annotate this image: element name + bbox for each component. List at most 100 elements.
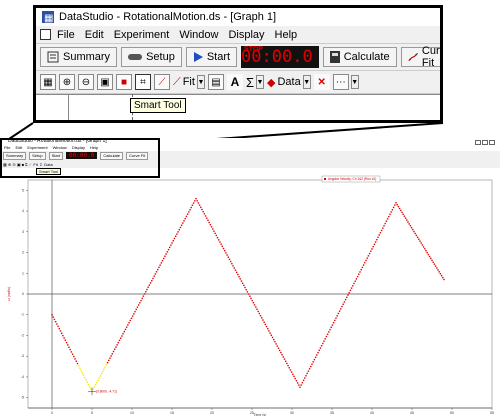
data-point xyxy=(403,215,406,217)
data-point xyxy=(347,294,349,296)
x-tick-label: 0 xyxy=(51,411,53,415)
data-point xyxy=(422,246,425,248)
data-point xyxy=(269,332,271,334)
data-point xyxy=(250,297,252,300)
data-point xyxy=(87,383,90,386)
data-point xyxy=(397,205,400,208)
data-point xyxy=(159,264,161,266)
data-point xyxy=(192,202,195,204)
data-point xyxy=(174,235,177,238)
data-point xyxy=(437,269,439,271)
data-point xyxy=(292,373,294,375)
data-point xyxy=(111,353,114,355)
data-point xyxy=(223,249,226,252)
data-point xyxy=(401,211,403,214)
data-point xyxy=(349,289,352,292)
data-point xyxy=(234,269,237,271)
data-point xyxy=(312,361,314,363)
data-point xyxy=(282,356,284,358)
data-point xyxy=(177,231,179,233)
smart-tool-readout: (0.8000, -4.71) xyxy=(96,389,117,393)
x-tick-label: 45 xyxy=(410,411,414,415)
data-point xyxy=(367,255,370,257)
data-point xyxy=(253,304,256,306)
data-point xyxy=(213,230,215,232)
data-point xyxy=(225,252,227,254)
data-point xyxy=(307,370,310,372)
data-point xyxy=(231,262,233,265)
y-tick-label: 0 xyxy=(22,292,24,296)
data-point xyxy=(304,377,306,379)
y-tick-label: 2 xyxy=(22,251,24,255)
data-point xyxy=(439,273,442,275)
data-point xyxy=(108,359,110,362)
data-point xyxy=(71,353,74,355)
data-point xyxy=(344,298,347,301)
data-point xyxy=(128,322,130,324)
data-point xyxy=(418,238,420,240)
data-point xyxy=(377,236,379,239)
data-point xyxy=(53,318,56,321)
data-point xyxy=(115,346,117,348)
data-point xyxy=(76,362,79,365)
x-tick-label: 10 xyxy=(130,411,134,415)
data-point xyxy=(62,334,64,337)
data-point xyxy=(314,356,317,358)
data-point xyxy=(354,280,356,282)
data-point xyxy=(229,260,232,263)
data-point xyxy=(215,234,218,237)
data-point xyxy=(256,308,258,310)
data-point xyxy=(112,350,115,353)
data-point xyxy=(374,241,377,243)
data-point xyxy=(117,341,119,344)
data-point xyxy=(271,336,274,339)
data-point xyxy=(123,330,125,333)
data-point xyxy=(431,259,433,262)
data-point xyxy=(400,209,402,212)
y-tick-label: -4 xyxy=(21,375,24,379)
data-point xyxy=(153,275,155,277)
data-point xyxy=(404,217,407,219)
data-point xyxy=(337,312,340,315)
data-point xyxy=(328,331,330,333)
y-tick-label: 3 xyxy=(22,230,24,234)
data-point xyxy=(295,380,298,382)
data-point xyxy=(202,210,204,213)
data-point xyxy=(247,293,250,295)
data-point xyxy=(233,267,235,269)
data-point xyxy=(133,313,135,315)
data-point xyxy=(169,246,171,249)
data-point xyxy=(376,238,378,241)
data-point xyxy=(171,242,173,244)
data-point xyxy=(284,360,287,362)
data-point xyxy=(311,363,313,365)
data-point xyxy=(188,211,190,213)
data-point xyxy=(317,351,319,354)
data-point xyxy=(124,328,127,331)
data-point xyxy=(69,348,71,351)
data-point xyxy=(353,282,355,285)
data-point xyxy=(149,282,152,284)
data-point xyxy=(86,381,88,383)
data-point xyxy=(104,366,106,368)
data-point xyxy=(286,362,288,365)
data-point xyxy=(252,302,255,304)
data-point xyxy=(424,248,426,250)
data-point xyxy=(63,337,65,339)
data-point xyxy=(136,306,139,308)
data-point xyxy=(200,206,202,209)
data-point xyxy=(370,250,372,252)
data-point xyxy=(329,328,331,331)
data-point xyxy=(206,217,208,219)
data-point xyxy=(273,338,275,341)
data-point xyxy=(265,325,268,328)
data-point xyxy=(180,224,183,226)
angular-velocity-graph[interactable]: 0 5 10 15 20 25 30 35 40 45 50 55543210-1-2-3-4-5Ti… xyxy=(0,174,500,416)
data-point xyxy=(336,315,338,317)
data-point xyxy=(383,225,385,227)
data-point xyxy=(54,320,57,323)
y-tick-label: 5 xyxy=(22,188,24,192)
data-point xyxy=(220,243,222,245)
data-point xyxy=(384,222,386,225)
legend-marker xyxy=(324,178,326,180)
